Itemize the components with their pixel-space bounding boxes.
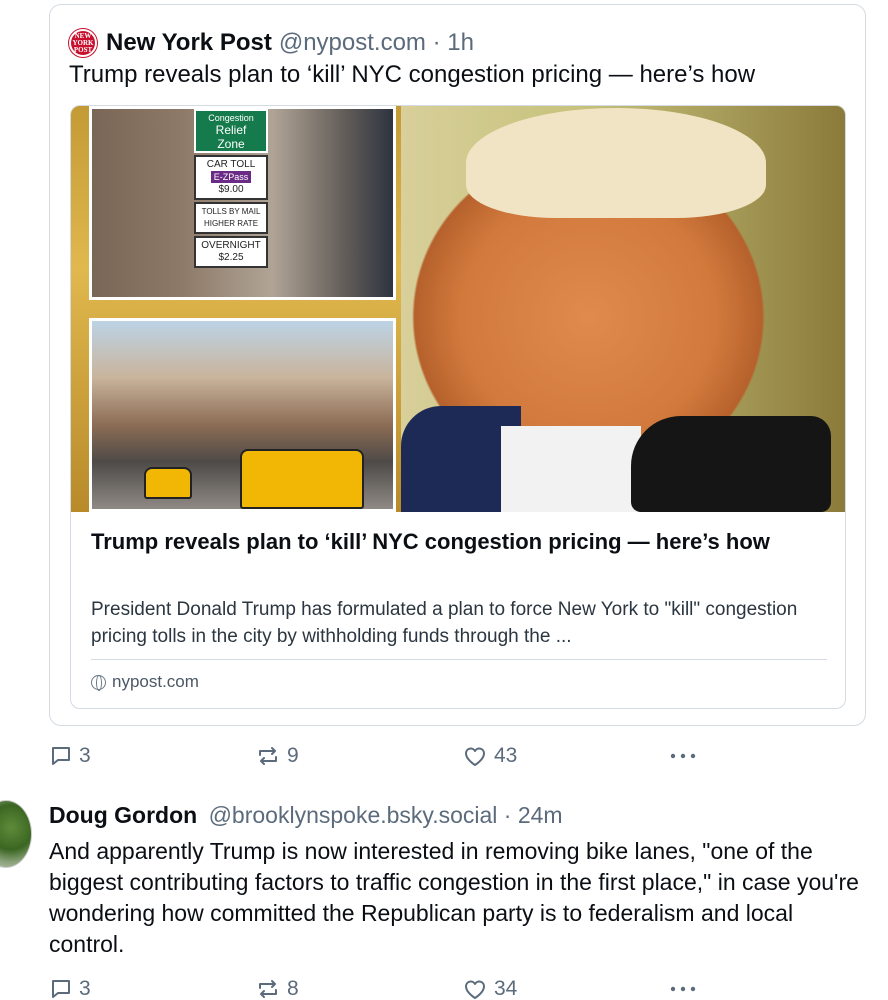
reply-icon — [52, 747, 70, 765]
post-text: And apparently Trump is now interested i… — [49, 838, 859, 957]
quoted-post-text: Trump reveals plan to ‘kill’ NYC congest… — [69, 61, 756, 88]
reply-button[interactable]: 3 — [49, 977, 91, 1000]
more-options-button[interactable] — [668, 744, 698, 768]
sign-overnight: OVERNIGHT — [201, 240, 261, 251]
globe-icon — [91, 674, 106, 691]
sign-car-toll: CAR TOLL — [206, 159, 256, 170]
reply-button[interactable]: 3 — [49, 744, 91, 768]
repost-icon — [259, 980, 277, 998]
repost-button[interactable]: 8 — [255, 977, 299, 1000]
embed-description: President Donald Trump has formulated a … — [91, 599, 798, 647]
like-button[interactable]: 43 — [462, 744, 517, 768]
sign-tolls-by-mail: TOLLS BY MAIL HIGHER RATE — [194, 202, 268, 234]
author-name[interactable]: Doug Gordon — [49, 802, 197, 828]
portrait-hair — [466, 108, 766, 218]
quoted-post-header: NEW YORK POST New York Post @nypost.com … — [69, 27, 474, 59]
microphone — [631, 416, 831, 512]
repost-icon — [259, 747, 277, 765]
embed-thumbnail: Congestion Relief Zone CAR TOLL E-ZPass … — [71, 106, 845, 512]
quoted-author-handle: @nypost.com · 1h — [278, 29, 474, 56]
more-dots-icon — [670, 986, 696, 992]
reply-count: 3 — [79, 977, 91, 1000]
reply-icon — [52, 980, 70, 998]
quoted-author-name[interactable]: New York Post — [106, 29, 272, 57]
link-embed-card[interactable]: Congestion Relief Zone CAR TOLL E-ZPass … — [70, 105, 846, 709]
taxi-cab — [144, 467, 192, 499]
repost-count: 9 — [287, 744, 299, 767]
street-sign-photo: Congestion Relief Zone CAR TOLL E-ZPass … — [89, 106, 396, 300]
sign-zone-line2: Relief — [215, 123, 247, 137]
like-count: 34 — [494, 977, 518, 1000]
like-count: 43 — [494, 744, 518, 767]
portrait-collar — [501, 426, 641, 512]
sign-zone-line3: Zone — [217, 137, 245, 151]
heart-icon — [465, 980, 485, 999]
taxi-cab — [240, 449, 364, 509]
quoted-post-card[interactable]: NEW YORK POST New York Post @nypost.com … — [49, 4, 866, 726]
nypost-avatar[interactable]: NEW YORK POST — [69, 29, 97, 57]
sign-price-overnight: $2.25 — [218, 252, 244, 263]
traffic-street-photo — [89, 318, 396, 512]
sign-overnight-panel: OVERNIGHT $2.25 — [194, 236, 268, 268]
embed-domain[interactable]: nypost.com — [91, 672, 199, 692]
avatar[interactable] — [0, 800, 32, 868]
sign-zone-line1: Congestion — [208, 113, 254, 123]
heart-icon — [465, 747, 485, 766]
embed-domain-text: nypost.com — [112, 672, 199, 691]
author-handle[interactable]: @brooklynspoke.bsky.social · 24m — [209, 802, 563, 828]
congestion-toll-sign: Congestion Relief Zone CAR TOLL E-ZPass … — [194, 109, 268, 299]
more-dots-icon — [670, 753, 696, 759]
like-button[interactable]: 34 — [462, 977, 517, 1000]
repost-count: 8 — [287, 977, 299, 1000]
sign-car-toll-panel: CAR TOLL E-ZPass $9.00 — [194, 155, 268, 200]
sign-zone-panel: Congestion Relief Zone — [194, 109, 268, 153]
reply-count: 3 — [79, 744, 91, 767]
post-header: Doug Gordon @brooklynspoke.bsky.social ·… — [49, 802, 563, 829]
sign-price-peak: $9.00 — [218, 184, 244, 195]
embed-divider — [91, 659, 827, 660]
more-options-button[interactable] — [668, 977, 698, 1000]
repost-button[interactable]: 9 — [255, 744, 299, 768]
embed-title[interactable]: Trump reveals plan to ‘kill’ NYC congest… — [91, 526, 811, 557]
sign-ezpass-badge: E-ZPass — [210, 171, 252, 183]
